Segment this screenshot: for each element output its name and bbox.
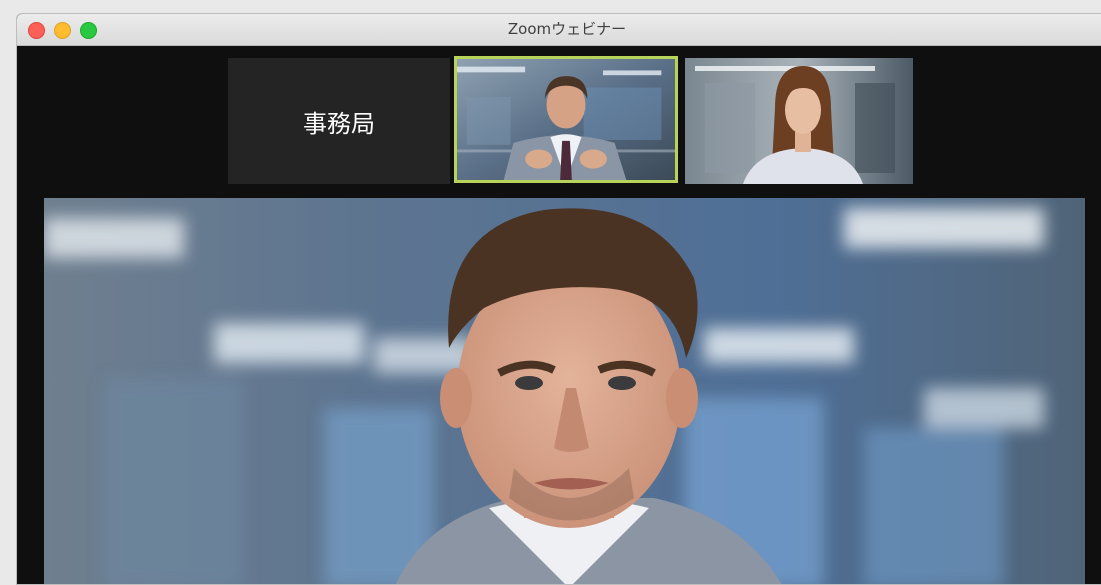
participant-name: 事務局 xyxy=(303,109,375,138)
main-speaker-video[interactable] xyxy=(44,198,1085,584)
participant-tile-active-speaker[interactable] xyxy=(454,56,678,183)
participant-tile-woman[interactable] xyxy=(685,58,913,184)
title-bar[interactable]: Zoomウェビナー xyxy=(17,14,1101,46)
man-video-thumbnail xyxy=(457,59,675,180)
window-title: Zoomウェビナー xyxy=(507,20,627,38)
participant-tile-secretariat[interactable]: 事務局 xyxy=(228,58,450,184)
zoom-window: Zoomウェビナー 事務局 xyxy=(16,13,1101,585)
speaker-video-frame xyxy=(44,198,1085,584)
woman-video-thumbnail xyxy=(685,58,913,184)
